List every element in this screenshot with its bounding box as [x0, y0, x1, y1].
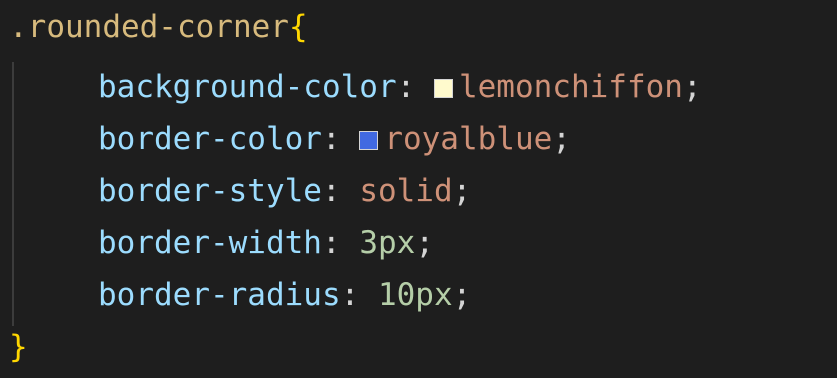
open-brace: { [288, 9, 308, 45]
css-property: border-style [98, 173, 322, 209]
code-line-border-color[interactable]: border-color: royalblue; [98, 114, 571, 165]
semicolon: ; [552, 121, 571, 157]
colon: : [321, 225, 341, 261]
code-line-border-style[interactable]: border-style: solid; [98, 166, 471, 217]
css-selector: .rounded-corner [9, 9, 289, 45]
css-property: border-color [98, 121, 322, 157]
indent-guide [12, 62, 14, 326]
code-line-selector[interactable]: .rounded-corner{ [9, 2, 308, 53]
css-property: border-radius [98, 277, 341, 313]
code-line-close[interactable]: } [9, 322, 28, 373]
code-line-background-color[interactable]: background-color: lemonchiffon; [98, 62, 702, 113]
css-property: background-color [98, 69, 397, 105]
code-line-border-width[interactable]: border-width: 3px; [98, 218, 434, 269]
semicolon: ; [452, 277, 472, 313]
semicolon: ; [682, 69, 702, 105]
color-swatch-icon[interactable] [433, 79, 453, 98]
colon: : [396, 69, 416, 105]
css-value: royalblue [384, 121, 553, 157]
code-editor[interactable]: .rounded-corner{ background-color: lemon… [0, 0, 837, 378]
semicolon: ; [452, 173, 472, 209]
css-property: border-width [98, 225, 322, 261]
colon: : [321, 173, 341, 209]
css-value: 10px [377, 277, 453, 313]
close-brace: } [9, 329, 28, 365]
css-value: lemonchiffon [458, 69, 683, 105]
css-value: 3px [359, 225, 416, 261]
colon: : [321, 121, 341, 157]
semicolon: ; [415, 225, 434, 261]
colon: : [340, 277, 360, 313]
code-line-border-radius[interactable]: border-radius: 10px; [98, 270, 471, 321]
color-swatch-icon[interactable] [359, 131, 379, 150]
css-value: solid [359, 173, 453, 209]
